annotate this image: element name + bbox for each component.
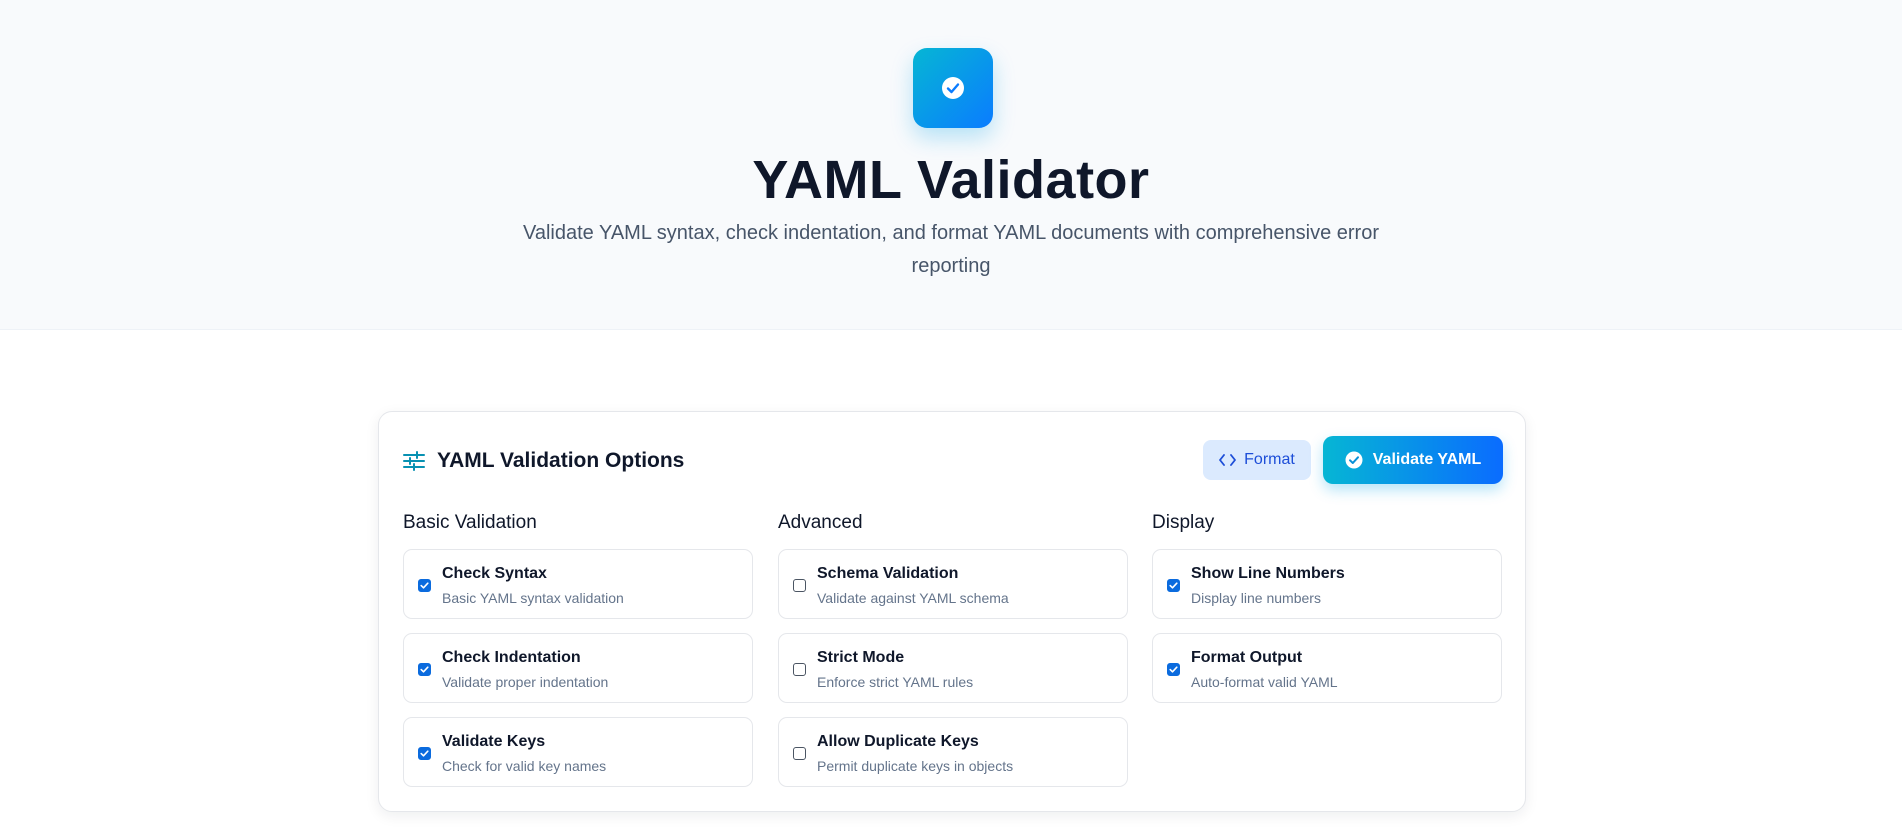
format-button-label: Format: [1244, 451, 1295, 468]
options-panel-title: YAML Validation Options: [437, 449, 685, 472]
checkmark-icon: [420, 750, 429, 757]
checkmark-icon: [1169, 666, 1178, 673]
checkbox-show-line-numbers[interactable]: [1167, 579, 1180, 592]
column-heading-advanced: Advanced: [778, 512, 863, 533]
code-brackets-icon: [1219, 454, 1237, 466]
app-logo: [913, 48, 993, 128]
check-circle-icon: [1345, 451, 1363, 469]
validate-yaml-button-label: Validate YAML: [1372, 451, 1482, 468]
validate-yaml-button[interactable]: Validate YAML: [1323, 436, 1503, 484]
option-description: Basic YAML syntax validation: [442, 590, 624, 606]
checkbox-strict-mode[interactable]: [793, 663, 806, 676]
checkbox-schema-validation[interactable]: [793, 579, 806, 592]
option-description: Permit duplicate keys in objects: [817, 758, 1014, 774]
option-validate-keys[interactable]: Validate Keys Check for valid key names: [403, 717, 753, 787]
option-description: Auto-format valid YAML: [1191, 674, 1338, 690]
checkbox-check-syntax[interactable]: [418, 579, 431, 592]
option-description: Enforce strict YAML rules: [817, 674, 974, 690]
page-subtitle: Validate YAML syntax, check indentation,…: [523, 222, 1379, 277]
checkbox-format-output[interactable]: [1167, 663, 1180, 676]
option-format-output[interactable]: Format Output Auto-format valid YAML: [1152, 633, 1502, 703]
option-label: Strict Mode: [817, 649, 905, 666]
checkbox-validate-keys[interactable]: [418, 747, 431, 760]
option-schema-validation[interactable]: Schema Validation Validate against YAML …: [778, 549, 1128, 619]
checkmark-icon: [1169, 582, 1178, 589]
column-heading-display: Display: [1152, 512, 1215, 533]
option-label: Validate Keys: [442, 733, 546, 750]
option-description: Check for valid key names: [442, 758, 607, 774]
option-check-indentation[interactable]: Check Indentation Validate proper indent…: [403, 633, 753, 703]
option-description: Validate proper indentation: [442, 674, 609, 690]
checkmark-icon: [420, 666, 429, 673]
option-label: Format Output: [1191, 649, 1303, 666]
options-panel-header: YAML Validation Options: [403, 446, 684, 476]
check-circle-icon: [942, 77, 964, 99]
option-strict-mode[interactable]: Strict Mode Enforce strict YAML rules: [778, 633, 1128, 703]
option-allow-duplicate-keys[interactable]: Allow Duplicate Keys Permit duplicate ke…: [778, 717, 1128, 787]
option-label: Show Line Numbers: [1191, 565, 1345, 582]
option-label: Allow Duplicate Keys: [817, 733, 979, 750]
checkbox-check-indentation[interactable]: [418, 663, 431, 676]
option-label: Check Syntax: [442, 565, 547, 582]
option-description: Display line numbers: [1191, 590, 1321, 606]
option-label: Schema Validation: [817, 565, 959, 582]
option-description: Validate against YAML schema: [817, 590, 1009, 606]
page-title: YAML Validator: [752, 150, 1150, 210]
option-show-line-numbers[interactable]: Show Line Numbers Display line numbers: [1152, 549, 1502, 619]
format-button[interactable]: Format: [1203, 440, 1311, 480]
checkbox-allow-duplicate-keys[interactable]: [793, 747, 806, 760]
checkmark-icon: [420, 582, 429, 589]
sliders-icon: [403, 451, 425, 471]
option-check-syntax[interactable]: Check Syntax Basic YAML syntax validatio…: [403, 549, 753, 619]
column-heading-basic-validation: Basic Validation: [403, 512, 537, 533]
option-label: Check Indentation: [442, 649, 581, 666]
